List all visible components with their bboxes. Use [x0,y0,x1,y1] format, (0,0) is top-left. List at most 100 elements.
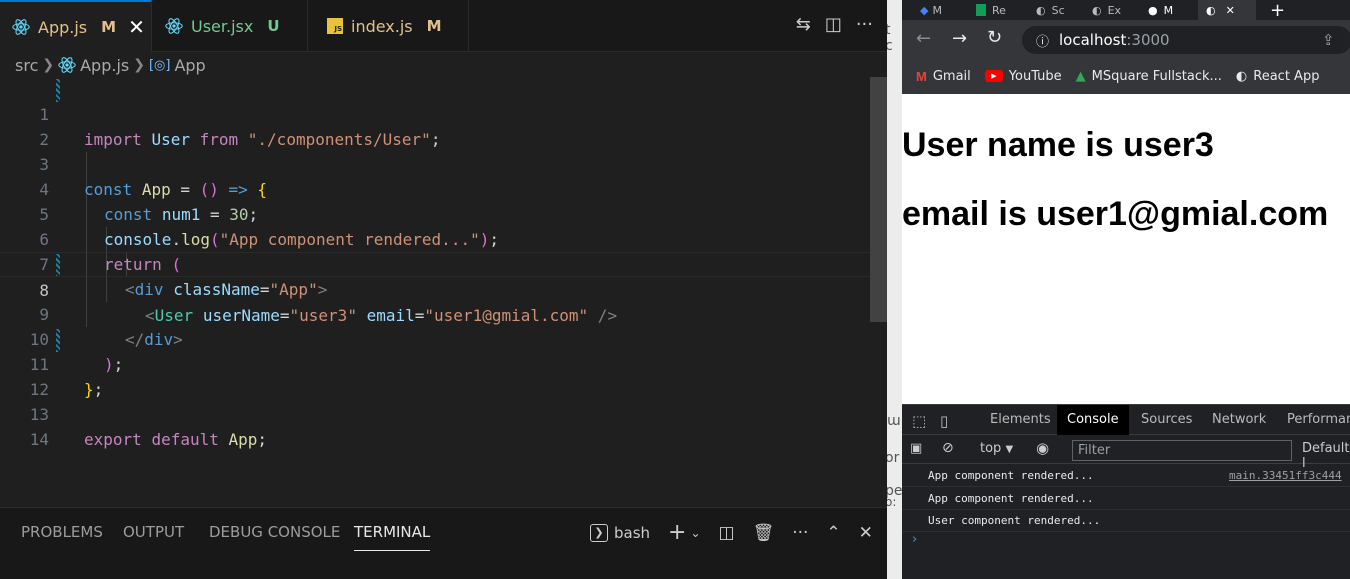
tab-output[interactable]: OUTPUT [123,523,184,541]
breadcrumb-file[interactable]: App.js [80,56,129,75]
bookmark-react-app[interactable]: ◐ React App [1236,69,1320,84]
modified-indicator: M [101,18,117,36]
source-link[interactable]: main.33451ff3c444 [1229,465,1342,487]
eye-icon[interactable]: ◉ [1036,439,1049,457]
background-text: or [887,450,900,466]
context-selector[interactable]: top ▼ [980,441,1013,456]
split-editor-icon[interactable]: ◫ [825,14,842,35]
maximize-panel-icon[interactable]: ⌃ [826,523,840,543]
modified-indicator: M [426,17,442,35]
compare-changes-icon[interactable]: ⇆ [796,14,811,35]
react-icon [58,57,76,73]
browser-tab-strip: ◆ M Re ◐ Sc ◐ Ex ● M ◐ ✕ + [902,0,1350,21]
youtube-icon: ▶ [984,70,1003,82]
bookmark-msquare[interactable]: ▲ MSquare Fullstack... [1076,69,1222,84]
code-line: 9 </div> [0,277,870,349]
bookmark-youtube[interactable]: ▶ YouTube [984,69,1062,84]
tab-terminal[interactable]: TERMINAL [354,523,431,551]
tab-user-jsx[interactable]: User.jsx U [153,0,308,52]
reload-icon[interactable]: ↻ [987,27,1002,48]
scrollbar-thumb[interactable] [870,77,887,322]
vscode-window: App.js M ✕ User.jsx U JS index.js M ⇆ ◫ … [0,0,887,579]
tab-debug-console[interactable]: DEBUG CONSOLE [209,523,340,541]
code-line: 11 }; [0,327,870,399]
breadcrumb: src ❯ App.js ❯ [◎] App [15,54,206,76]
browser-toolbar: ← → ↻ ⓘ localhost:3000 ⇪ [902,20,1350,58]
browser-tab[interactable]: ◆ M [920,0,942,20]
tab-network[interactable]: Network [1212,412,1266,427]
dropdown-arrow-icon: ▼ [1005,444,1014,455]
tab-console[interactable]: Console [1057,405,1129,435]
address-bar[interactable]: ⓘ localhost:3000 ⇪ [1022,26,1350,54]
close-icon[interactable]: ✕ [1226,4,1235,17]
tab-label: App.js [38,17,88,37]
editor-tab-bar: App.js M ✕ User.jsx U JS index.js M ⇆ ◫ … [0,0,887,52]
share-icon[interactable]: ⇪ [1322,31,1335,49]
console-prompt-icon[interactable]: › [912,532,917,547]
react-icon [12,19,30,35]
new-tab-button[interactable]: + [1270,0,1285,21]
background-text: o: [887,495,897,509]
code-line: 4 const num1 = 30; [0,152,870,224]
code-editor[interactable]: 1 import User from "./components/User"; … [0,77,887,507]
inspect-element-icon[interactable]: ⬚ [912,412,926,430]
tab-performance[interactable]: Performan [1287,412,1350,427]
code-line: 1 import User from "./components/User"; [0,77,870,149]
sidebar-toggle-icon[interactable]: ▣ [910,441,922,456]
background-text: ɯ [887,413,901,429]
close-icon[interactable]: ✕ [128,15,145,39]
split-terminal-icon[interactable]: ◫ [719,523,735,543]
clear-console-icon[interactable]: ⊘ [942,440,954,456]
terminal-icon: ❯ [590,523,608,542]
filter-input[interactable]: Filter [1072,440,1292,461]
panel-actions: ❯ bash + ⌄ ◫ 🗑 ··· ⌃ ✕ [590,520,873,545]
code-line: 6 return ( [0,202,870,274]
devtools-tab-bar: ⬚ ▯ Elements Console Sources Network Per… [902,405,1350,435]
trash-icon[interactable]: 🗑 [753,523,775,543]
devtools-panel: ⬚ ▯ Elements Console Sources Network Per… [902,404,1350,579]
terminal-shell-label: bash [614,523,651,542]
console-toolbar: ▣ ⊘ top ▼ ◉ Filter Default l [902,436,1350,471]
more-actions-icon[interactable]: ··· [856,14,873,35]
browser-tab-active[interactable]: ◐ ✕ [1198,0,1256,20]
more-actions-icon[interactable]: ··· [792,523,808,543]
tab-label: index.js [351,16,413,36]
bookmark-gmail[interactable]: M Gmail [916,69,971,84]
browser-tab[interactable]: ● M [1148,0,1173,20]
code-line-current: 8 <User userName="user3" email="user1@gm… [0,252,870,325]
browser-tab[interactable]: Re [976,0,1006,20]
browser-tab[interactable]: ◐ Sc [1036,0,1065,20]
chevron-right-icon: ❯ [42,57,55,73]
forward-arrow-icon[interactable]: → [952,28,967,49]
tab-sources[interactable]: Sources [1141,412,1192,427]
tab-index-js[interactable]: JS index.js M [309,0,469,52]
code-line: 13 export default App; [0,377,870,449]
code-line: 14 [0,402,870,449]
breadcrumb-symbol[interactable]: App [174,56,205,75]
line-content: export default App; [84,430,268,449]
device-toolbar-icon[interactable]: ▯ [940,412,948,430]
code-line: 7 <div className="App"> [0,227,870,299]
react-icon [165,18,183,34]
page-content: User name is user3 email is user1@gmial.… [902,94,1350,404]
user-name-heading: User name is user3 [902,126,1214,164]
tab-elements[interactable]: Elements [990,412,1051,427]
editor-scrollbar[interactable] [870,77,887,507]
tab-app-js[interactable]: App.js M ✕ [0,0,152,52]
breadcrumb-folder[interactable]: src [15,56,38,75]
code-line: 10 ); [0,302,870,374]
bookmarks-bar: M Gmail ▶ YouTube ▲ MSquare Fullstack... ◐ R… [902,58,1350,94]
chevron-right-icon: ❯ [133,57,145,73]
tab-problems[interactable]: PROBLEMS [21,523,103,541]
console-message: App component rendered... [902,488,1350,510]
close-panel-icon[interactable]: ✕ [859,523,873,543]
browser-tab[interactable]: ◐ Ex [1092,0,1121,20]
back-arrow-icon[interactable]: ← [916,28,931,49]
url-host: localhost [1059,31,1127,49]
info-icon[interactable]: ⓘ [1036,31,1049,50]
email-heading: email is user1@gmial.com [902,195,1329,233]
symbol-variable-icon: [◎] [148,57,171,73]
chevron-down-icon[interactable]: ⌄ [690,526,700,540]
terminal-selector[interactable]: ❯ bash [590,523,651,542]
add-terminal-icon[interactable]: + [668,520,686,545]
